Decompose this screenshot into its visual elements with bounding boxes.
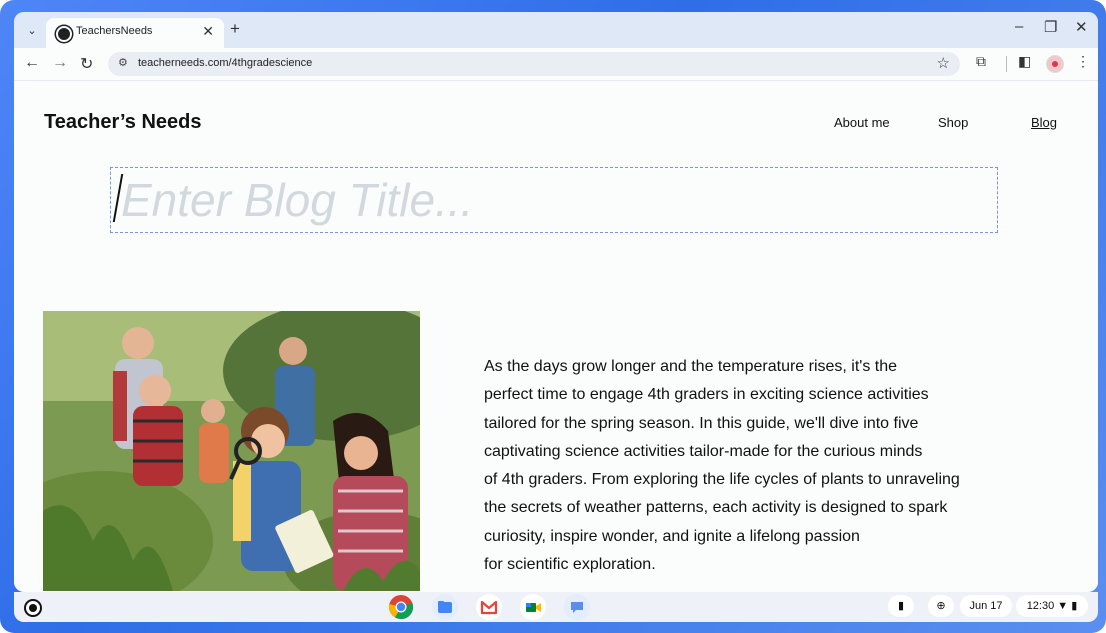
chat-icon[interactable] — [564, 594, 590, 620]
arrow-left-icon[interactable]: ← — [24, 54, 40, 72]
article-line: for scientific exploration. — [484, 556, 656, 574]
article-line: captivating science activities tailor-ma… — [484, 442, 923, 460]
tote-icon[interactable]: ▮ — [888, 595, 914, 617]
blog-title-field[interactable] — [110, 167, 998, 233]
desktop: ⌄ TeachersNeeds ✕ + – ❐ ✕ ← → ↻ ⚙ teache… — [0, 0, 1106, 633]
arrow-right-icon[interactable]: → — [52, 54, 68, 72]
close-icon[interactable]: ✕ — [202, 23, 214, 40]
chromeos-shelf: ▮ ⊕ Jun 17 12:30 ▼ ▮ — [14, 592, 1098, 622]
files-icon[interactable] — [432, 594, 458, 620]
puzzle-icon[interactable]: ⧉ — [976, 53, 986, 70]
article-line: tailored for the spring season. In this … — [484, 414, 919, 432]
browser-toolbar: ← → ↻ ⚙ teacherneeds.com/4thgradescience… — [14, 48, 1098, 80]
article-line: As the days grow longer and the temperat… — [484, 358, 898, 375]
minimize-icon[interactable]: – — [1015, 18, 1023, 35]
tune-icon[interactable]: ⚙ — [118, 56, 128, 69]
address-bar[interactable]: ⚙ teacherneeds.com/4thgradescience ☆ — [108, 52, 960, 76]
side-panel-icon[interactable]: ◧ — [1018, 53, 1031, 70]
tab-strip: ⌄ TeachersNeeds ✕ + – ❐ ✕ — [14, 12, 1098, 48]
toolbar-divider — [1006, 56, 1007, 72]
chrome-favicon-icon — [56, 26, 72, 42]
more-vertical-icon[interactable]: ⋮ — [1076, 53, 1090, 70]
url-text[interactable]: teacherneeds.com/4thgradescience — [138, 57, 312, 69]
blog-photo — [43, 311, 420, 591]
article-line: the secrets of weather patterns, each ac… — [484, 499, 948, 517]
add-icon[interactable]: ⊕ — [928, 595, 954, 617]
site-brand[interactable]: Teacher’s Needs — [44, 111, 202, 134]
date-indicator[interactable]: Jun 17 — [960, 595, 1012, 617]
blog-article-text: As the days grow longer and the temperat… — [484, 353, 1044, 579]
chrome-icon[interactable] — [388, 594, 414, 620]
blog-title-input[interactable] — [119, 170, 983, 230]
battery-icon: ▮ — [1071, 600, 1078, 612]
chevron-down-icon[interactable]: ⌄ — [22, 21, 42, 41]
nav-blog[interactable]: Blog — [1031, 115, 1057, 130]
browser-window: ⌄ TeachersNeeds ✕ + – ❐ ✕ ← → ↻ ⚙ teache… — [14, 12, 1098, 592]
article-line: of 4th graders. From exploring the life … — [484, 471, 960, 489]
nav-shop[interactable]: Shop — [938, 115, 968, 130]
clock-time: 12:30 — [1026, 600, 1055, 612]
tab-teachersneeds[interactable]: TeachersNeeds ✕ — [46, 18, 224, 48]
profile-avatar[interactable] — [1046, 55, 1064, 73]
nav-about-me[interactable]: About me — [834, 115, 890, 130]
article-line: curiosity, inspire wonder, and ignite a … — [484, 527, 860, 545]
reload-icon[interactable]: ↻ — [80, 54, 93, 74]
star-icon[interactable]: ☆ — [937, 54, 950, 72]
wifi-icon: ▼ — [1057, 600, 1069, 612]
close-window-icon[interactable]: ✕ — [1075, 18, 1088, 36]
plus-icon[interactable]: + — [230, 19, 240, 39]
launcher-icon[interactable] — [24, 599, 42, 617]
restore-icon[interactable]: ❐ — [1044, 18, 1057, 36]
photo-children-exploring — [43, 311, 420, 591]
tab-title: TeachersNeeds — [76, 25, 153, 37]
meet-icon[interactable] — [520, 594, 546, 620]
web-page: Teacher’s Needs About me Shop Blog Enter… — [14, 80, 1098, 591]
article-line: perfect time to engage 4th graders in ex… — [484, 386, 929, 404]
gmail-icon[interactable] — [476, 594, 502, 620]
status-area[interactable]: 12:30 ▼ ▮ — [1016, 595, 1088, 617]
